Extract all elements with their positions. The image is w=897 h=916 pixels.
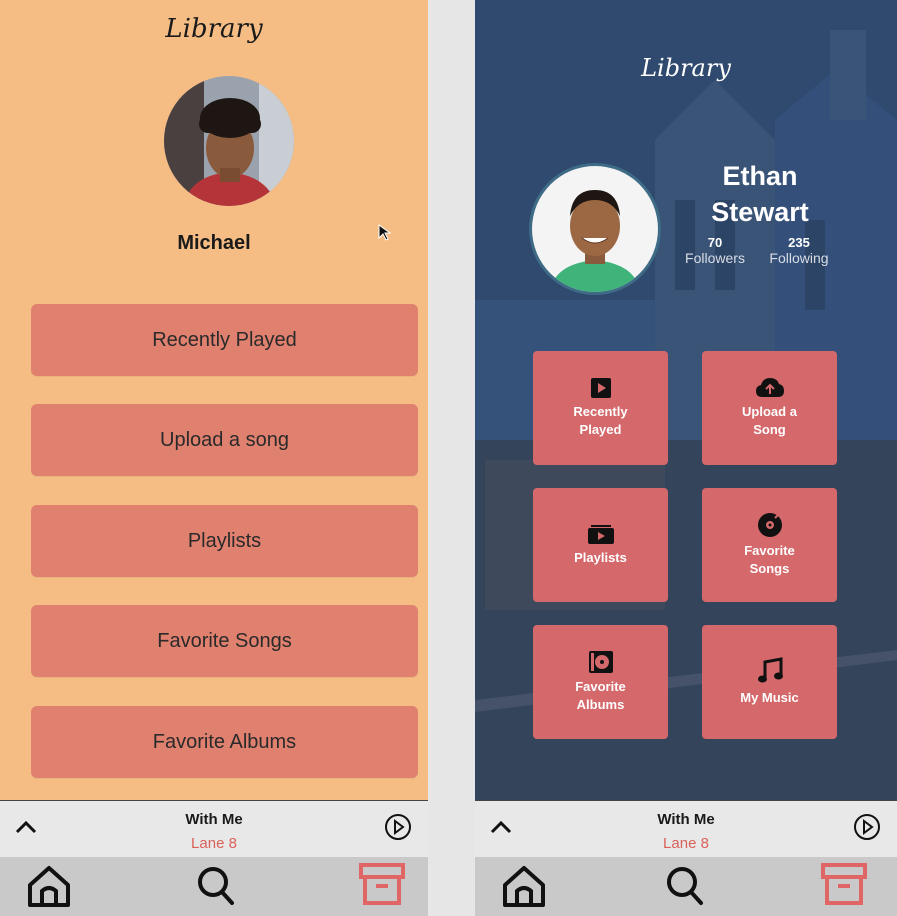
vinyl-record-icon	[757, 513, 782, 537]
user-last-name: Stewart	[711, 197, 809, 227]
upload-song-button[interactable]: Upload a song	[31, 404, 418, 476]
playlist-folder-icon	[587, 525, 614, 544]
user-name: Ethan Stewart	[670, 158, 850, 230]
search-icon[interactable]	[665, 863, 705, 909]
tile-label: Favorite Songs	[744, 543, 795, 576]
home-icon[interactable]	[501, 863, 547, 909]
followers-count: 70	[707, 235, 723, 250]
following-count: 235	[788, 235, 810, 250]
tile-label: Upload a Song	[742, 404, 797, 437]
tile-label: Favorite Albums	[575, 679, 626, 712]
music-note-icon	[757, 657, 783, 683]
followers-stat[interactable]: 70 Followers	[675, 235, 755, 266]
following-label: Following	[769, 250, 829, 266]
archive-icon[interactable]	[358, 861, 406, 907]
tile-recently-played[interactable]: Recently Played	[533, 351, 668, 465]
song-artist: Lane 8	[663, 835, 709, 852]
song-artist: Lane 8	[191, 835, 237, 852]
search-icon[interactable]	[196, 863, 236, 909]
recently-played-button[interactable]: Recently Played	[31, 304, 418, 376]
page-title: Library	[641, 54, 731, 82]
right-screen: Library Ethan Stewart 70 Followers 235 F…	[475, 0, 897, 916]
tile-my-music[interactable]: My Music	[702, 625, 837, 739]
left-screen: Library Michael Recently Played Upload a…	[0, 0, 428, 916]
play-circle-icon[interactable]	[384, 813, 412, 841]
mini-player[interactable]: With Me Lane 8	[0, 800, 428, 858]
tile-label: My Music	[740, 690, 799, 705]
tab-bar	[475, 857, 897, 916]
play-square-icon	[590, 378, 611, 398]
favorite-albums-button[interactable]: Favorite Albums	[31, 706, 418, 778]
page-title: Library	[165, 14, 263, 44]
tile-upload-song[interactable]: Upload a Song	[702, 351, 837, 465]
tile-favorite-songs[interactable]: Favorite Songs	[702, 488, 837, 602]
followers-label: Followers	[685, 250, 745, 266]
user-name: Michael	[177, 232, 251, 254]
avatar	[532, 166, 658, 292]
tile-playlists[interactable]: Playlists	[533, 488, 668, 602]
album-icon	[588, 651, 613, 673]
user-first-name: Ethan	[722, 161, 798, 191]
song-title: With Me	[657, 811, 715, 828]
favorite-songs-button[interactable]: Favorite Songs	[31, 605, 418, 677]
archive-icon[interactable]	[820, 861, 868, 907]
tile-favorite-albums[interactable]: Favorite Albums	[533, 625, 668, 739]
tile-label: Recently Played	[573, 404, 628, 437]
mouse-cursor-icon	[378, 224, 392, 241]
song-title: With Me	[185, 811, 243, 828]
mini-player[interactable]: With Me Lane 8	[475, 800, 897, 858]
playlists-button[interactable]: Playlists	[31, 505, 418, 577]
tab-bar	[0, 857, 428, 916]
following-stat[interactable]: 235 Following	[759, 235, 839, 266]
home-icon[interactable]	[26, 863, 72, 909]
avatar	[164, 76, 294, 206]
tile-label: Playlists	[574, 550, 627, 565]
play-circle-icon[interactable]	[853, 813, 881, 841]
cloud-upload-icon	[755, 378, 784, 397]
